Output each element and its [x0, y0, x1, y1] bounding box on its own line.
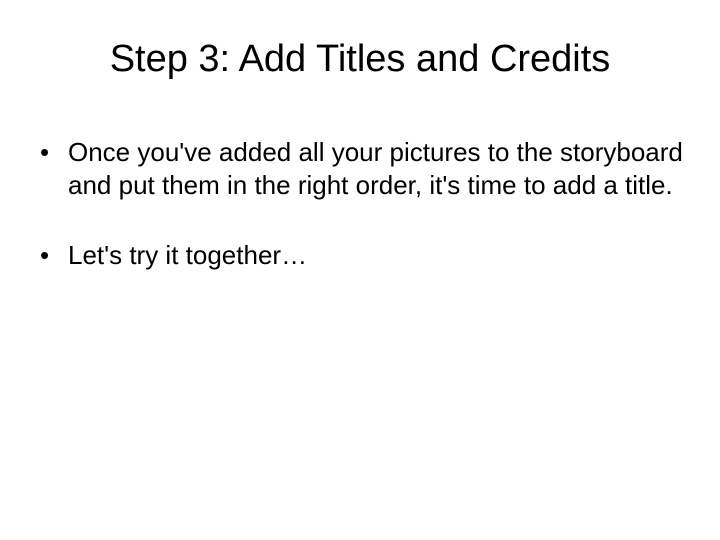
- bullet-list: Once you've added all your pictures to t…: [30, 136, 690, 272]
- bullet-item: Once you've added all your pictures to t…: [40, 136, 690, 201]
- slide: Step 3: Add Titles and Credits Once you'…: [0, 0, 720, 540]
- bullet-item: Let's try it together…: [40, 239, 690, 272]
- slide-title: Step 3: Add Titles and Credits: [30, 38, 690, 81]
